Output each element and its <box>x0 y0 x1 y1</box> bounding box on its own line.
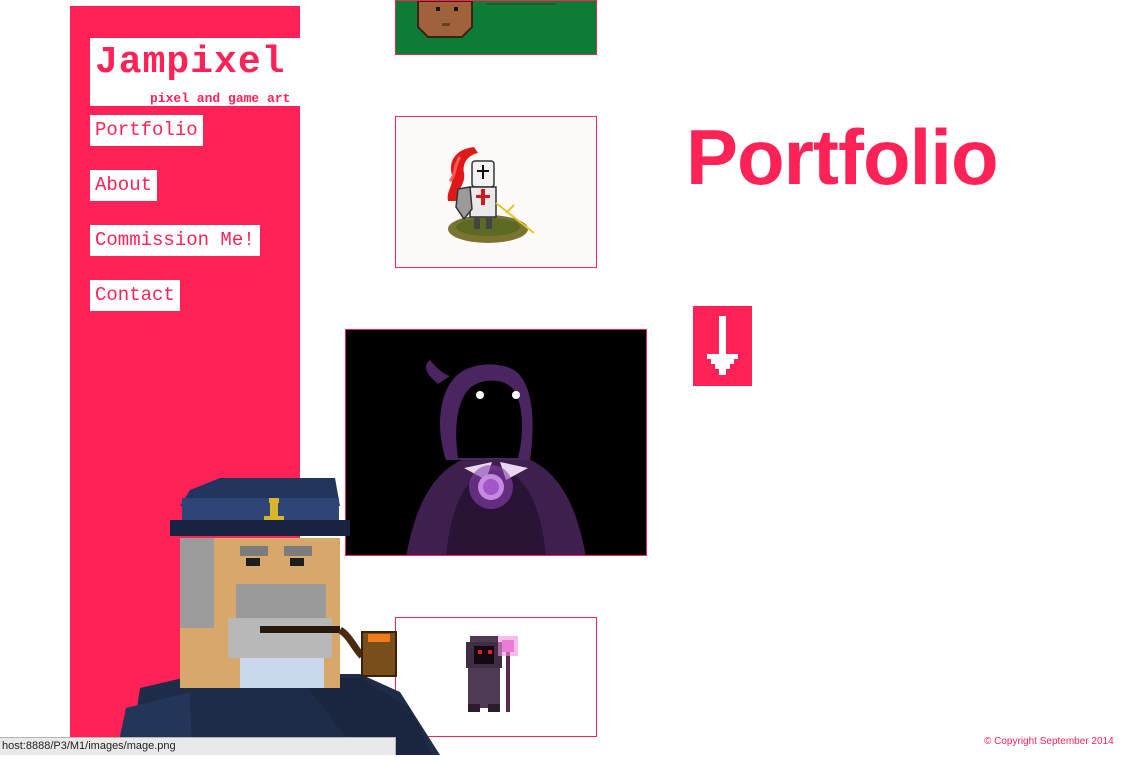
browser-status-bar: host:8888/P3/M1/images/mage.png <box>0 737 396 755</box>
down-arrow-icon <box>707 316 738 375</box>
scroll-down-button[interactable] <box>693 306 752 386</box>
nav-item-commission[interactable]: Commission Me! <box>90 225 260 256</box>
captain-mascot <box>110 478 445 760</box>
copyright-text: © Copyright September 2014 <box>984 736 1114 747</box>
green-character-art <box>396 1 596 54</box>
crusader-knight-thumb[interactable] <box>395 116 597 268</box>
green-character-thumb[interactable] <box>395 0 597 55</box>
logo-title[interactable]: Jampixel <box>95 44 285 82</box>
captain-mascot-art <box>116 478 440 755</box>
nav-item-contact[interactable]: Contact <box>90 280 180 311</box>
nav-item-portfolio[interactable]: Portfolio <box>90 115 203 146</box>
crusader-knight-art <box>447 147 535 243</box>
page-title: Portfolio <box>686 113 999 201</box>
logo-subtitle: pixel and game art <box>150 91 291 106</box>
nav-item-about[interactable]: About <box>90 170 158 201</box>
